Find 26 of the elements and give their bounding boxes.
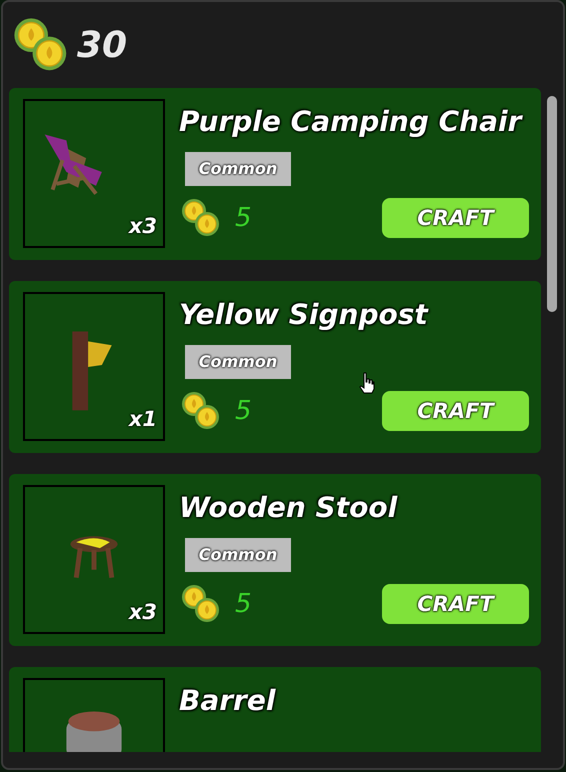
craft-button[interactable]: CRAFT	[382, 584, 529, 624]
rarity-tag: Common	[185, 152, 291, 186]
item-quantity: x3	[128, 600, 157, 624]
item-name: Barrel	[179, 684, 277, 717]
coins-icon	[181, 584, 221, 624]
rarity-tag: Common	[185, 345, 291, 379]
rarity-tag: Common	[185, 538, 291, 572]
craft-button[interactable]: CRAFT	[382, 198, 529, 238]
craft-button[interactable]: CRAFT	[382, 391, 529, 431]
item-name: Wooden Stool	[179, 491, 398, 524]
item-name: Purple Camping Chair	[179, 105, 524, 138]
item-name: Yellow Signpost	[179, 298, 430, 331]
item-cost: 5	[235, 203, 252, 233]
item-quantity: x1	[128, 407, 157, 431]
stool-drawing	[70, 536, 118, 580]
currency-amount: 30	[77, 24, 128, 66]
coins-icon	[13, 17, 69, 73]
pointer-hand-icon	[359, 372, 375, 394]
coins-icon	[181, 391, 221, 431]
item-quantity: x3	[128, 214, 157, 238]
item-cost: 5	[235, 589, 252, 619]
coins-icon	[181, 198, 221, 238]
barrel-drawing	[66, 712, 122, 752]
scrollbar[interactable]	[547, 96, 557, 312]
camping-chair-drawing	[44, 134, 102, 196]
item-cost: 5	[235, 396, 252, 426]
